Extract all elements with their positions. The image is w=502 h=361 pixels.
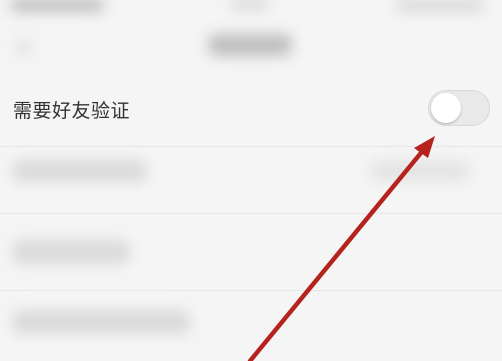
blurred-status-right (395, 0, 485, 12)
divider (0, 290, 502, 291)
blurred-row-label-1 (12, 160, 147, 182)
settings-screen: 需要好友验证 (0, 0, 502, 361)
blurred-row-value-1 (370, 160, 470, 182)
blurred-header (0, 0, 502, 74)
friend-verification-toggle[interactable] (428, 90, 490, 126)
friend-verification-label: 需要好友验证 (13, 100, 131, 122)
blurred-page-title (208, 34, 292, 56)
blurred-row-label-2 (12, 240, 130, 264)
blurred-row-label-3 (12, 310, 190, 334)
friend-verification-row[interactable]: 需要好友验证 (0, 74, 502, 144)
divider (0, 146, 502, 147)
blurred-status-left (10, 0, 105, 12)
toggle-knob (431, 93, 461, 123)
divider (0, 213, 502, 214)
blurred-status-center (230, 0, 270, 10)
blurred-back-icon[interactable] (14, 38, 32, 56)
